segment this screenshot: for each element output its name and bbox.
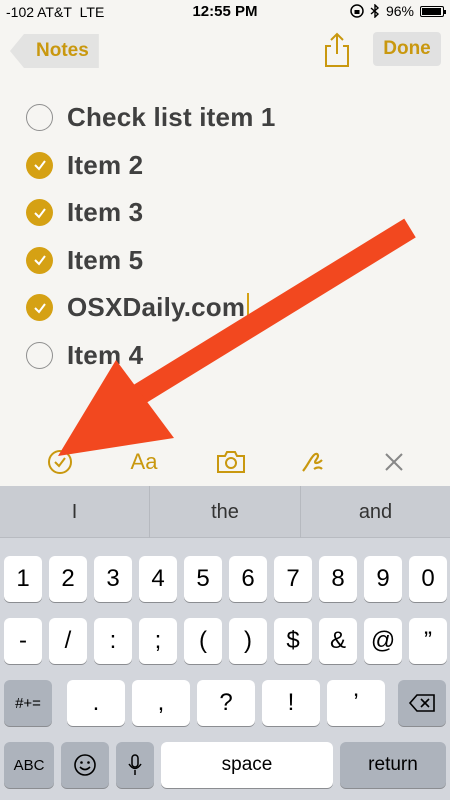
text-format-label: Aa — [130, 449, 158, 474]
suggestion-1[interactable]: I — [0, 486, 149, 538]
suggestion-2[interactable]: the — [150, 486, 300, 538]
checklist-item-text[interactable]: Item 3 — [67, 197, 143, 228]
keyboard: I the and 1 2 3 4 5 6 7 8 9 0 - / : ; ( … — [0, 486, 450, 800]
checklist-item[interactable]: Check list item 1 — [26, 94, 446, 142]
key-hyphen[interactable]: - — [4, 618, 42, 664]
checklist-item-text[interactable]: Check list item 1 — [67, 102, 276, 133]
key-0[interactable]: 0 — [409, 556, 447, 602]
battery-icon — [420, 5, 446, 17]
checklist-item[interactable]: Item 4 — [26, 332, 446, 380]
key-7[interactable]: 7 — [274, 556, 312, 602]
suggestion-3[interactable]: and — [301, 486, 450, 538]
key-open-paren[interactable]: ( — [184, 618, 222, 664]
predictive-bar: I the and — [0, 486, 450, 538]
emoji-icon — [74, 754, 96, 776]
text-cursor — [247, 292, 250, 323]
key-at[interactable]: @ — [364, 618, 402, 664]
key-exclamation[interactable]: ! — [262, 680, 320, 726]
checklist-icon[interactable] — [44, 446, 76, 478]
key-ampersand[interactable]: & — [319, 618, 357, 664]
share-icon[interactable] — [322, 32, 352, 68]
unchecked-circle-icon[interactable] — [26, 341, 53, 369]
more-symbols-key[interactable]: #+= — [4, 680, 52, 726]
status-bar: -102 AT&T LTE 12:55 PM 96% — [0, 0, 450, 24]
done-label: Done — [383, 38, 431, 59]
format-toolbar: Aa — [0, 440, 450, 484]
key-colon[interactable]: : — [94, 618, 132, 664]
close-icon[interactable] — [380, 446, 408, 478]
checklist-item[interactable]: Item 3 — [26, 189, 446, 237]
microphone-icon — [128, 754, 142, 775]
key-5[interactable]: 5 — [184, 556, 222, 602]
key-4[interactable]: 4 — [139, 556, 177, 602]
done-button[interactable]: Done — [373, 32, 441, 66]
checklist-item[interactable]: OSXDaily.com — [26, 284, 446, 332]
checklist-item[interactable]: Item 5 — [26, 237, 446, 285]
back-label: Notes — [36, 40, 89, 61]
checklist: Check list item 1 Item 2 Item 3 Item 5 O… — [26, 94, 446, 379]
key-comma[interactable]: , — [132, 680, 190, 726]
checklist-item-text[interactable]: Item 2 — [67, 150, 143, 181]
dictation-key[interactable] — [116, 742, 154, 788]
key-1[interactable]: 1 — [4, 556, 42, 602]
space-key[interactable]: space — [161, 742, 333, 788]
abc-key[interactable]: ABC — [4, 742, 54, 788]
bluetooth-icon — [370, 4, 379, 18]
key-slash[interactable]: / — [49, 618, 87, 664]
emoji-key[interactable] — [61, 742, 109, 788]
key-close-paren[interactable]: ) — [229, 618, 267, 664]
delete-key[interactable] — [398, 680, 446, 726]
key-8[interactable]: 8 — [319, 556, 357, 602]
checklist-item[interactable]: Item 2 — [26, 142, 446, 190]
key-6[interactable]: 6 — [229, 556, 267, 602]
key-quote[interactable]: ” — [409, 618, 447, 664]
checked-circle-icon[interactable] — [26, 246, 53, 274]
key-dollar[interactable]: $ — [274, 618, 312, 664]
sketch-icon[interactable] — [298, 446, 328, 478]
checked-circle-icon[interactable] — [26, 151, 53, 179]
text-format-icon[interactable]: Aa — [124, 446, 164, 478]
key-2[interactable]: 2 — [49, 556, 87, 602]
key-apostrophe[interactable]: ’ — [327, 680, 385, 726]
unchecked-circle-icon[interactable] — [26, 104, 53, 132]
key-3[interactable]: 3 — [94, 556, 132, 602]
checked-circle-icon[interactable] — [26, 199, 53, 227]
checklist-item-text[interactable]: Item 4 — [67, 340, 143, 371]
camera-icon[interactable] — [214, 446, 248, 478]
back-to-notes-button[interactable]: Notes — [10, 34, 99, 68]
navigation-bar: Notes Done — [0, 24, 450, 76]
checklist-item-text[interactable]: Item 5 — [67, 245, 143, 276]
key-question[interactable]: ? — [197, 680, 255, 726]
key-9[interactable]: 9 — [364, 556, 402, 602]
backspace-icon — [408, 694, 435, 712]
return-key[interactable]: return — [340, 742, 446, 788]
checked-circle-icon[interactable] — [26, 294, 53, 322]
battery-percent: 96% — [385, 3, 414, 19]
key-period[interactable]: . — [67, 680, 125, 726]
rotation-lock-icon — [350, 4, 364, 18]
checklist-item-text[interactable]: OSXDaily.com — [67, 292, 245, 323]
key-semicolon[interactable]: ; — [139, 618, 177, 664]
status-right: 96% — [350, 3, 446, 19]
